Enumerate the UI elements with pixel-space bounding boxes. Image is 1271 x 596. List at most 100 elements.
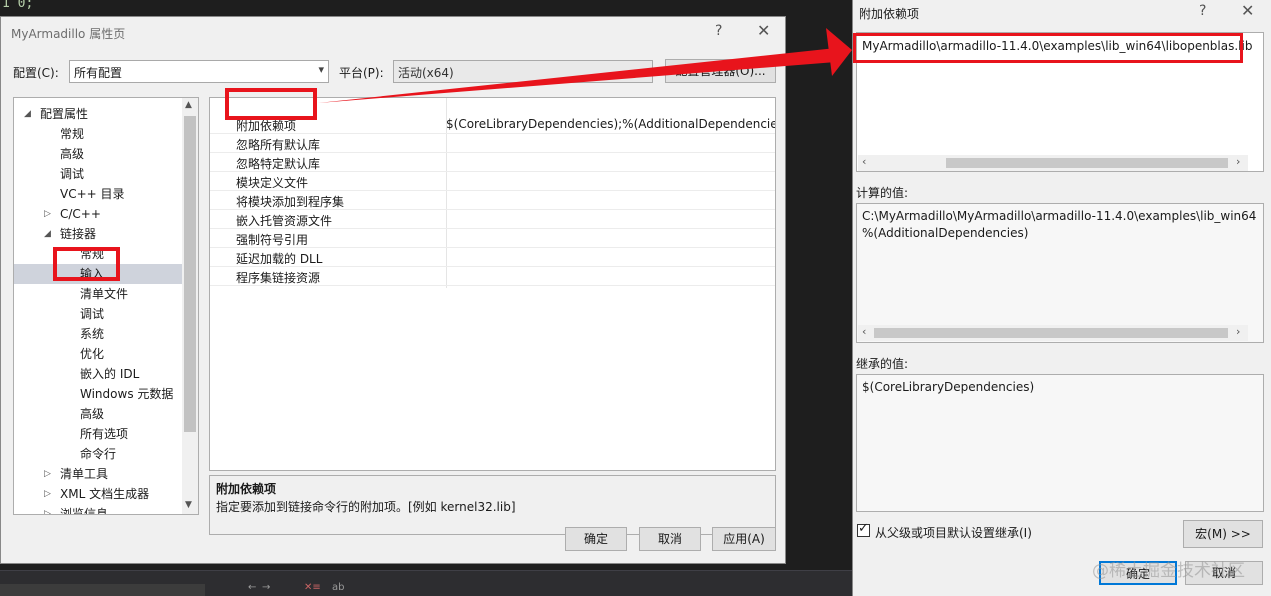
- tree-item-label: 清单文件: [80, 287, 129, 301]
- highlight-box-input-value: [853, 33, 1243, 63]
- tree-item[interactable]: 命令行: [14, 444, 182, 464]
- ok-button[interactable]: 确定: [565, 527, 627, 551]
- help-icon[interactable]: ?: [715, 23, 722, 39]
- expanded-caret-icon[interactable]: ◢: [24, 104, 31, 124]
- tree-item[interactable]: 优化: [14, 344, 182, 364]
- tree-item[interactable]: 调试: [14, 304, 182, 324]
- grid-row[interactable]: 程序集链接资源: [210, 267, 775, 286]
- tree-item-label: 高级: [60, 147, 85, 161]
- tree-item-label: 命令行: [80, 447, 117, 461]
- checkmark-icon: ✓: [858, 521, 869, 536]
- close-icon[interactable]: ✕: [757, 21, 770, 40]
- cancel-button[interactable]: 取消: [639, 527, 701, 551]
- tree-item[interactable]: ▷ 浏览信息: [14, 504, 182, 515]
- tree-item-label: 配置属性: [40, 107, 89, 121]
- tree-item[interactable]: 系统: [14, 324, 182, 344]
- scroll-right-icon[interactable]: ›: [1236, 325, 1240, 338]
- scroll-left-icon[interactable]: ‹: [862, 325, 866, 338]
- computed-values-box: C:\MyArmadillo\MyArmadillo\armadillo-11.…: [856, 203, 1264, 343]
- tree-item-label: 所有选项: [80, 427, 129, 441]
- config-select[interactable]: 所有配置 ▾: [69, 60, 329, 83]
- grid-row-name: 模块定义文件: [236, 176, 309, 190]
- inherited-values-box: $(CoreLibraryDependencies): [856, 374, 1264, 512]
- tree-item-label: 调试: [60, 167, 85, 181]
- tree-item[interactable]: 调试: [14, 164, 182, 184]
- tree-item[interactable]: ▷ 清单工具: [14, 464, 182, 484]
- grid-row[interactable]: 延迟加载的 DLL: [210, 248, 775, 267]
- clear-icon[interactable]: ✕≡: [304, 582, 321, 593]
- grid-row-name: 延迟加载的 DLL: [236, 252, 323, 266]
- grid-row[interactable]: 忽略特定默认库: [210, 153, 775, 172]
- code-fragment: 1 0;: [2, 0, 34, 11]
- description-title: 附加依赖项: [216, 482, 277, 496]
- tree-scroll-thumb[interactable]: [184, 116, 196, 432]
- expanded-caret-icon[interactable]: ◢: [44, 224, 51, 244]
- dialog-title: 附加依赖项: [859, 7, 920, 21]
- macros-button[interactable]: 宏(M) >>: [1183, 520, 1263, 548]
- additional-dependencies-dialog: 附加依赖项 ? ✕ MyArmadillo\armadillo-11.4.0\e…: [852, 0, 1271, 596]
- computed-hscroll-thumb[interactable]: [874, 328, 1228, 338]
- computed-hscrollbar[interactable]: ‹ ›: [858, 325, 1248, 341]
- grid-row[interactable]: 忽略所有默认库: [210, 134, 775, 153]
- collapsed-caret-icon[interactable]: ▷: [44, 504, 51, 514]
- tree-item[interactable]: 常规: [14, 124, 182, 144]
- grid-row[interactable]: 将模块添加到程序集: [210, 191, 775, 210]
- tree-item-label: 高级: [80, 407, 105, 421]
- chevron-down-icon: ▾: [318, 63, 324, 76]
- scroll-down-icon[interactable]: ▼: [185, 500, 192, 510]
- grid-row[interactable]: 强制符号引用: [210, 229, 775, 248]
- config-manager-button[interactable]: 配置管理器(O)...: [665, 59, 776, 83]
- tree-scrollbar[interactable]: ▲ ▼: [182, 98, 198, 514]
- tree-item-label: 系统: [80, 327, 105, 341]
- tree-item-label: 调试: [80, 307, 105, 321]
- tree-item-label: XML 文档生成器: [60, 487, 150, 501]
- arrow-right-icon[interactable]: →: [262, 582, 270, 593]
- tree-item-label: 浏览信息: [60, 507, 109, 515]
- tree-item-label: Windows 元数据: [80, 387, 174, 401]
- platform-value: 活动(x64): [398, 66, 454, 80]
- input-hscrollbar[interactable]: ‹ ›: [858, 155, 1248, 171]
- wrap-icon[interactable]: ab: [332, 582, 344, 593]
- close-icon[interactable]: ✕: [1241, 1, 1254, 20]
- platform-select[interactable]: 活动(x64): [393, 60, 653, 83]
- computed-value-line1: C:\MyArmadillo\MyArmadillo\armadillo-11.…: [862, 209, 1257, 223]
- dialog-title: MyArmadillo 属性页: [11, 27, 126, 41]
- collapsed-caret-icon[interactable]: ▷: [44, 464, 51, 484]
- tree-item[interactable]: VC++ 目录: [14, 184, 182, 204]
- tree-item-label: 嵌入的 IDL: [80, 367, 140, 381]
- scroll-left-icon[interactable]: ‹: [862, 155, 866, 168]
- apply-button[interactable]: 应用(A): [712, 527, 776, 551]
- tree-item[interactable]: ◢ 配置属性: [14, 104, 182, 124]
- tree-item[interactable]: ▷ XML 文档生成器: [14, 484, 182, 504]
- arrow-left-icon[interactable]: ←: [248, 582, 256, 593]
- scroll-right-icon[interactable]: ›: [1236, 155, 1240, 168]
- collapsed-caret-icon[interactable]: ▷: [44, 204, 51, 224]
- tree-item[interactable]: 嵌入的 IDL: [14, 364, 182, 384]
- property-pages-dialog: MyArmadillo 属性页 ? ✕ 配置(C): 所有配置 ▾ 平台(P):…: [0, 16, 786, 564]
- tree-item[interactable]: Windows 元数据: [14, 384, 182, 404]
- tree-item[interactable]: 清单文件: [14, 284, 182, 304]
- computed-values-label: 计算的值:: [856, 186, 909, 200]
- highlight-box-input: [53, 247, 120, 281]
- config-value: 所有配置: [74, 66, 123, 80]
- tree-item-label: VC++ 目录: [60, 187, 125, 201]
- grid-row[interactable]: 模块定义文件: [210, 172, 775, 191]
- grid-row-value[interactable]: $(CoreLibraryDependencies);%(AdditionalD…: [446, 117, 775, 131]
- collapsed-caret-icon[interactable]: ▷: [44, 484, 51, 504]
- property-grid: 附加依赖项 $(CoreLibraryDependencies);%(Additi…: [209, 97, 776, 471]
- description-panel: 附加依赖项 指定要添加到链接命令行的附加项。[例如 kernel32.lib]: [209, 475, 776, 535]
- ide-dropdown[interactable]: [0, 584, 205, 596]
- property-tree: ◢ 配置属性 常规 高级 调试 VC++ 目录 ▷ C/C++ ◢ 链接器 常规 输入 清单文件 调试 系统…: [13, 97, 199, 515]
- grid-row[interactable]: 嵌入托管资源文件: [210, 210, 775, 229]
- input-hscroll-thumb[interactable]: [946, 158, 1228, 168]
- scroll-up-icon[interactable]: ▲: [185, 100, 192, 110]
- highlight-box-additional-dependencies: [225, 88, 317, 120]
- inherited-value-text: $(CoreLibraryDependencies): [862, 380, 1035, 394]
- tree-item[interactable]: 高级: [14, 404, 182, 424]
- help-icon[interactable]: ?: [1199, 3, 1206, 19]
- tree-item[interactable]: 所有选项: [14, 424, 182, 444]
- tree-item[interactable]: 高级: [14, 144, 182, 164]
- tree-item[interactable]: ◢ 链接器: [14, 224, 182, 244]
- watermark: @稀土掘金技术社区: [1092, 561, 1245, 581]
- tree-item[interactable]: ▷ C/C++: [14, 204, 182, 224]
